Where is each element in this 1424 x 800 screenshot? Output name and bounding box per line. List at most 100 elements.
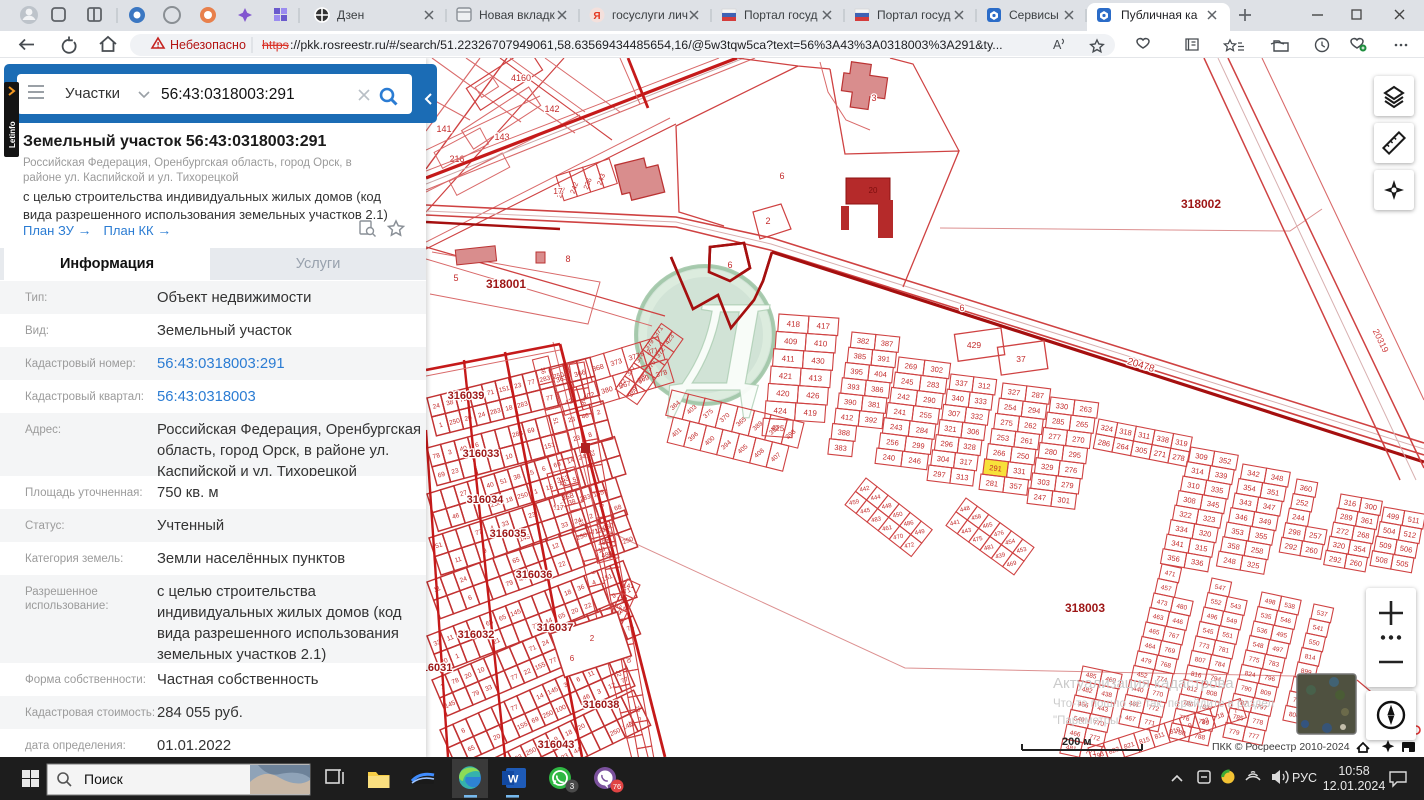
svg-text:395: 395 (850, 367, 863, 377)
svg-text:329: 329 (1040, 462, 1054, 472)
svg-text:413: 413 (808, 373, 822, 383)
svg-text:280: 280 (1044, 447, 1058, 457)
svg-text:17: 17 (556, 505, 564, 512)
svg-text:316034: 316034 (467, 494, 505, 506)
svg-text:318003: 318003 (1065, 601, 1105, 615)
svg-text:430: 430 (811, 356, 825, 366)
svg-text:381: 381 (867, 400, 880, 410)
svg-text:404: 404 (874, 369, 887, 379)
svg-text:6: 6 (959, 303, 964, 313)
svg-text:254: 254 (1004, 402, 1018, 412)
svg-text:275: 275 (1000, 418, 1014, 428)
svg-text:424: 424 (773, 406, 787, 416)
svg-text:296: 296 (940, 439, 954, 449)
svg-text:294: 294 (1027, 405, 1041, 415)
svg-text:417: 417 (816, 321, 830, 331)
svg-text:142: 142 (544, 104, 559, 114)
svg-text:12.01.2024: 12.01.2024 (1323, 779, 1386, 793)
svg-text:421: 421 (778, 371, 792, 381)
svg-text:429: 429 (967, 340, 981, 350)
svg-text:A: A (1053, 38, 1062, 52)
svg-text:5: 5 (453, 273, 458, 283)
svg-text:333: 333 (974, 396, 988, 406)
svg-text:Актуализация кадастрова: Актуализация кадастрова (1053, 675, 1234, 692)
svg-text:316038: 316038 (583, 699, 620, 711)
svg-text:306: 306 (966, 426, 980, 436)
svg-text:420: 420 (776, 389, 790, 399)
svg-text:Letinfo: Letinfo (8, 121, 17, 148)
svg-text:Поиск: Поиск (84, 771, 124, 787)
svg-text:418: 418 (786, 319, 800, 329)
svg-text:290: 290 (923, 395, 937, 405)
svg-text:://pkk.rosreestr.ru/#/search/5: ://pkk.rosreestr.ru/#/search/51.22326707… (290, 38, 1003, 52)
svg-text:241: 241 (893, 407, 907, 417)
svg-text:255: 255 (919, 410, 933, 420)
svg-text:383: 383 (834, 443, 847, 453)
svg-text:419: 419 (803, 408, 817, 418)
svg-text:279: 279 (1061, 480, 1075, 490)
svg-text:госуслуги лич: госуслуги лич (612, 8, 688, 22)
svg-text:301: 301 (1057, 495, 1071, 505)
svg-text:284: 284 (915, 425, 929, 435)
svg-text:242: 242 (897, 392, 911, 402)
svg-text:138: 138 (617, 596, 628, 603)
svg-text:247: 247 (1033, 492, 1047, 502)
svg-text:332: 332 (970, 411, 984, 421)
svg-text:295: 295 (1068, 450, 1082, 460)
svg-text:4160: 4160 (511, 73, 531, 83)
svg-text:Участки: Участки (65, 85, 120, 102)
svg-text:385: 385 (853, 351, 866, 361)
svg-text:316039: 316039 (448, 390, 485, 402)
svg-text:141: 141 (623, 583, 634, 590)
svg-text:Небезопасно: Небезопасно (170, 38, 246, 52)
svg-text:266: 266 (992, 448, 1006, 458)
svg-text:337: 337 (955, 378, 969, 388)
svg-text:56:43:0318003:291: 56:43:0318003:291 (161, 86, 295, 103)
svg-text:256: 256 (886, 437, 900, 447)
svg-text:10:58: 10:58 (1338, 764, 1369, 778)
svg-text:387: 387 (880, 338, 893, 348)
svg-text:316037: 316037 (537, 622, 574, 634)
svg-text:283: 283 (926, 380, 940, 390)
svg-text:318001: 318001 (486, 277, 526, 291)
svg-text:390: 390 (844, 397, 857, 407)
svg-text:253: 253 (996, 433, 1010, 443)
svg-text:313: 313 (955, 472, 969, 482)
svg-text:200 м: 200 м (1062, 736, 1092, 748)
svg-text:Я: Я (593, 11, 600, 22)
svg-text:143: 143 (494, 132, 509, 142)
svg-text:245: 245 (901, 376, 915, 386)
svg-text:316035: 316035 (490, 528, 527, 540)
svg-text:6: 6 (570, 654, 575, 663)
svg-text:316031: 316031 (426, 662, 452, 674)
svg-text:Новая вкладк: Новая вкладк (479, 8, 556, 22)
svg-text:388: 388 (837, 428, 850, 438)
svg-text:321: 321 (944, 424, 958, 434)
svg-text:316043: 316043 (538, 739, 575, 751)
svg-text:327: 327 (1007, 387, 1021, 397)
svg-text:316033: 316033 (463, 448, 500, 460)
svg-text:297: 297 (933, 469, 947, 479)
svg-text:Дзен: Дзен (337, 8, 364, 22)
svg-text:386: 386 (871, 384, 884, 394)
svg-text:Сервисы: Сервисы (1009, 8, 1059, 22)
svg-text:281: 281 (985, 478, 999, 488)
svg-text:291: 291 (989, 463, 1003, 473)
svg-text:357: 357 (1009, 481, 1023, 491)
svg-text:287: 287 (1031, 390, 1045, 400)
svg-text:412: 412 (840, 412, 853, 422)
svg-text:8: 8 (565, 254, 570, 264)
svg-text:Публичная ка: Публичная ка (1121, 8, 1198, 22)
svg-text:312: 312 (978, 381, 992, 391)
svg-text:317: 317 (959, 457, 973, 467)
svg-text:285: 285 (1052, 416, 1066, 426)
svg-text:https: https (262, 38, 289, 52)
svg-text:6: 6 (779, 171, 784, 181)
svg-text:265: 265 (1075, 419, 1089, 429)
svg-text:392: 392 (864, 415, 877, 425)
svg-text:76: 76 (613, 782, 621, 791)
svg-text:328: 328 (963, 442, 977, 452)
svg-text:246: 246 (908, 455, 922, 465)
svg-text:270: 270 (1072, 434, 1086, 444)
svg-text:425: 425 (771, 423, 785, 433)
